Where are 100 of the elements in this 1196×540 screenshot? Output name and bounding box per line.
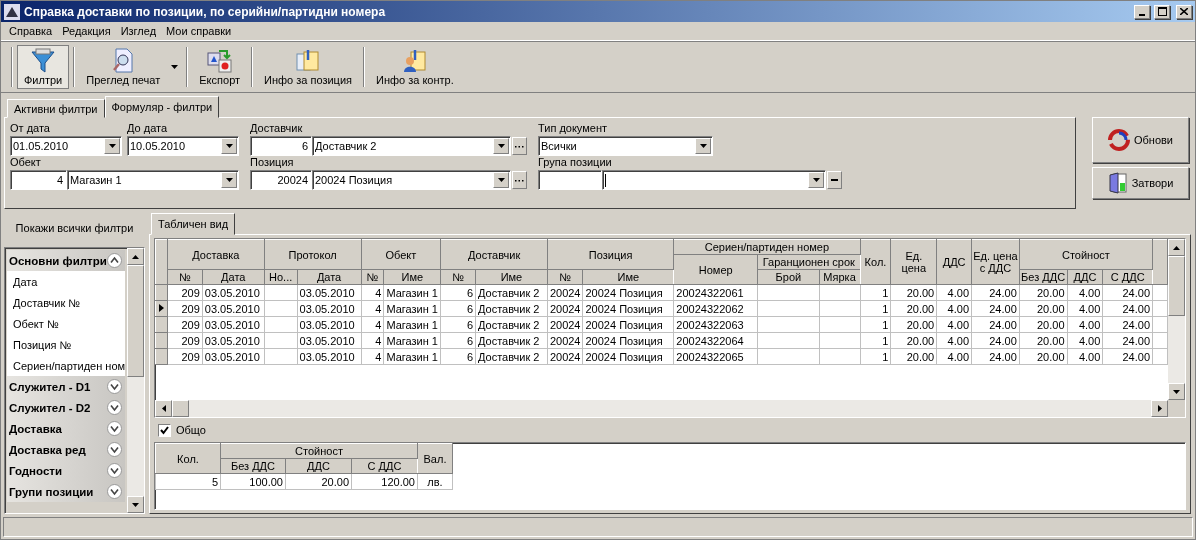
column-header[interactable]: Стойност [1019, 239, 1153, 270]
scroll-up-icon [1173, 245, 1180, 250]
close-button[interactable] [1176, 4, 1192, 19]
column-header[interactable]: Кол. [155, 443, 221, 474]
refresh-button[interactable]: Обнови [1092, 117, 1189, 163]
column-header[interactable]: Протокол [264, 239, 361, 270]
combo-box[interactable]: 01.05.2010 [10, 136, 122, 156]
scrollbar[interactable] [1168, 239, 1185, 400]
scrollbar[interactable] [155, 400, 1185, 417]
clear-button[interactable] [827, 171, 842, 189]
column-header[interactable]: Номер [673, 254, 758, 285]
toolbar-button[interactable]: Филтри [17, 45, 70, 89]
scroll-thumb[interactable] [127, 265, 145, 377]
table-cell: 6 [440, 332, 476, 349]
scrollbar[interactable] [127, 248, 145, 513]
table-cell: 100.00 [220, 473, 286, 490]
column-header[interactable]: Позиция [547, 239, 674, 270]
table-cell: 20024 [547, 284, 583, 301]
filter-item[interactable]: Позиция № [7, 334, 126, 355]
field-label: Обект [10, 156, 42, 169]
table-cell [264, 332, 298, 349]
combo-box[interactable]: 20024 Позиция [312, 170, 511, 190]
dropdown-icon [225, 178, 233, 182]
tab[interactable]: Активни филтри [7, 99, 105, 118]
toolbar-button[interactable]: Инфо за позиция [257, 45, 359, 89]
close-button[interactable]: Затвори [1092, 167, 1189, 199]
toolbar-button[interactable]: Експорт [192, 45, 248, 89]
group-title: Служител - D2 [9, 401, 91, 414]
expand-icon[interactable] [107, 484, 123, 499]
collapse-icon[interactable] [107, 253, 123, 268]
filter-group-header[interactable]: Доставка ред [7, 439, 126, 460]
code-field[interactable]: 6 [250, 136, 312, 156]
ellipsis-icon [515, 144, 524, 148]
column-header[interactable]: Доставчик [440, 239, 548, 270]
menu-item[interactable]: Редакция [57, 25, 116, 37]
combo-box[interactable]: Доставчик 2 [312, 136, 511, 156]
tab[interactable]: Формуляр - филтри [104, 96, 220, 118]
column-header[interactable] [1152, 239, 1168, 285]
checkbox[interactable] [158, 423, 171, 437]
browse-button[interactable] [512, 137, 527, 155]
dropdown-icon[interactable] [171, 65, 179, 69]
filter-item[interactable]: Сериен/партиден ном [7, 355, 126, 376]
export-icon [206, 48, 233, 74]
toolbar-button[interactable]: Инфо за контр. [369, 45, 461, 89]
table-cell: 24.00 [1102, 316, 1153, 333]
column-header[interactable]: Вал. [417, 443, 453, 474]
menu-item[interactable]: Изглед [115, 25, 162, 37]
filter-group-header[interactable]: Служител - D1 [7, 376, 126, 397]
combo-box[interactable] [602, 170, 826, 190]
column-header[interactable]: ДДС [936, 239, 972, 285]
filter-item[interactable]: Доставчик № [7, 292, 126, 313]
column-header[interactable]: Ед. цена с ДДС [971, 239, 1020, 285]
expand-icon[interactable] [107, 421, 123, 436]
table-cell [757, 348, 820, 365]
minimize-button[interactable] [1134, 4, 1150, 19]
filter-group-header[interactable]: Служител - D2 [7, 397, 126, 418]
filter-group-header[interactable]: Доставка [7, 418, 126, 439]
filter-item[interactable]: Обект № [7, 313, 126, 334]
filter-group-header[interactable]: Основни филтри [7, 250, 126, 271]
column-header[interactable]: Кол. [860, 239, 891, 285]
table-cell: 20024 [547, 300, 583, 317]
scroll-thumb[interactable] [172, 400, 189, 417]
table-cell: 03.05.2010 [297, 300, 361, 317]
table-cell: 209 [167, 348, 203, 365]
toolbar-button[interactable]: Преглед печат [79, 45, 168, 89]
column-header[interactable]: Ед. цена [890, 239, 937, 285]
combo-box[interactable]: Всички [538, 136, 713, 156]
expand-icon[interactable] [107, 379, 123, 394]
code-field[interactable]: 20024 [250, 170, 312, 190]
column-header[interactable]: Обект [361, 239, 441, 270]
table-cell: 20024322062 [673, 300, 758, 317]
code-field[interactable]: 4 [10, 170, 67, 190]
browse-button[interactable] [512, 171, 527, 189]
combo-box[interactable]: Магазин 1 [67, 170, 239, 190]
combo-box[interactable]: 10.05.2010 [127, 136, 239, 156]
funnel-icon [29, 48, 58, 74]
filter-group-header[interactable]: Групи позиции [7, 481, 126, 502]
expand-icon[interactable] [107, 400, 123, 415]
tab[interactable]: Табличен вид [151, 213, 236, 235]
table-cell: Доставчик 2 [475, 300, 548, 317]
filter-group-header[interactable]: Годности [7, 460, 126, 481]
expand-icon[interactable] [107, 463, 123, 478]
group-title: Служител - D1 [9, 380, 91, 393]
dropdown-icon [497, 178, 505, 182]
filter-item[interactable]: Дата [7, 271, 126, 292]
code-field[interactable] [538, 170, 602, 190]
checkbox-label: Общо [176, 424, 206, 436]
expand-icon[interactable] [107, 442, 123, 457]
menu-item[interactable]: Мои справки [161, 25, 237, 37]
table-cell: Магазин 1 [383, 300, 441, 317]
table-cell: 4.00 [1067, 348, 1103, 365]
dropdown-icon [225, 144, 233, 148]
column-header[interactable]: Стойност [220, 443, 418, 459]
menu-item[interactable]: Справка [4, 25, 58, 37]
column-header[interactable]: Доставка [167, 239, 265, 270]
column-header[interactable]: Сериен/партиден номер [673, 239, 861, 255]
table-cell: 24.00 [971, 284, 1020, 301]
scroll-thumb[interactable] [1168, 256, 1185, 316]
maximize-button[interactable] [1154, 4, 1170, 19]
table-cell: 24.00 [1102, 284, 1153, 301]
